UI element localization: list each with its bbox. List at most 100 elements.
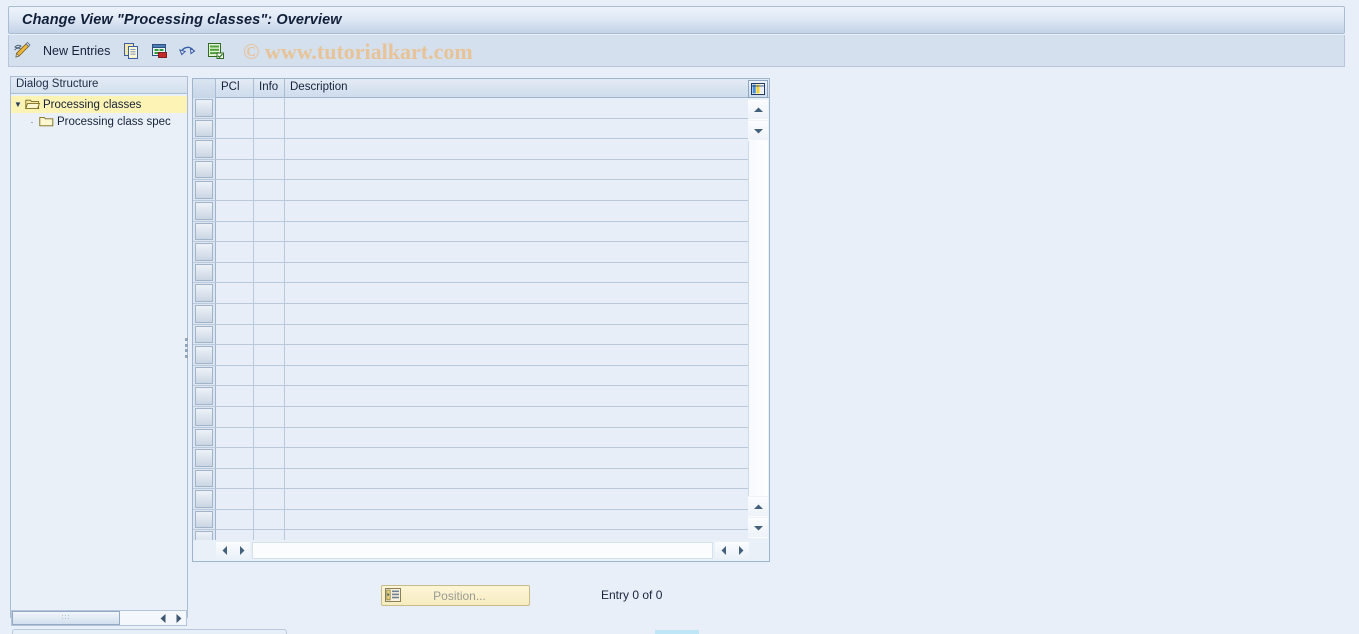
cell-info[interactable] [254,345,285,365]
cell-info[interactable] [254,118,285,139]
cell-info[interactable] [254,242,285,262]
cell-pcl[interactable] [216,324,254,345]
position-button[interactable]: Position... [381,585,530,606]
row-selector-cell[interactable] [193,427,216,448]
table-row[interactable] [193,262,750,284]
cell-description[interactable] [285,118,750,139]
row-select-button[interactable] [195,140,213,158]
scroll-up-icon[interactable] [748,99,768,120]
row-select-button[interactable] [195,99,213,117]
cell-pcl[interactable] [216,98,254,118]
row-selector-cell[interactable] [193,139,216,159]
row-selector-cell[interactable] [193,365,216,386]
sidebar-scroll-thumb[interactable]: ::: [12,611,120,625]
row-select-button[interactable] [195,243,213,261]
scroll-down-icon[interactable] [748,517,768,538]
table-vertical-scroll-track[interactable] [748,99,768,538]
row-selector-cell[interactable] [193,386,216,406]
cell-pcl[interactable] [216,365,254,386]
cell-info[interactable] [254,98,285,118]
row-selector-cell[interactable] [193,159,216,180]
cell-pcl[interactable] [216,489,254,509]
cell-info[interactable] [254,180,285,200]
expander-collapse-icon[interactable]: ▼ [11,100,25,109]
undo-icon[interactable] [177,40,199,62]
row-selector-cell[interactable] [193,242,216,262]
row-selector-cell[interactable] [193,262,216,283]
row-selector-cell[interactable] [193,509,216,530]
row-select-button[interactable] [195,428,213,447]
cell-pcl[interactable] [216,159,254,180]
pencil-icon[interactable] [12,40,34,62]
table-row[interactable] [193,303,750,325]
cell-pcl[interactable] [216,427,254,448]
cell-description[interactable] [285,221,750,242]
row-select-button[interactable] [195,160,213,179]
cell-pcl[interactable] [216,262,254,283]
cell-info[interactable] [254,386,285,406]
table-row[interactable] [193,448,750,469]
row-select-button[interactable] [195,263,213,282]
cell-description[interactable] [285,386,750,406]
row-select-button[interactable] [195,407,213,426]
cell-info[interactable] [254,139,285,159]
cell-pcl[interactable] [216,406,254,427]
cell-pcl[interactable] [216,303,254,324]
table-row[interactable] [193,283,750,304]
cell-pcl[interactable] [216,139,254,159]
cell-description[interactable] [285,159,750,180]
table-row[interactable] [193,489,750,510]
cell-info[interactable] [254,427,285,448]
cell-info[interactable] [254,324,285,345]
row-selector-cell[interactable] [193,118,216,139]
horizontal-scroll-track[interactable] [252,541,713,559]
table-row[interactable] [193,345,750,366]
table-row[interactable] [193,242,750,263]
new-entries-button[interactable]: New Entries [43,44,110,58]
cell-description[interactable] [285,489,750,509]
cell-description[interactable] [285,509,750,530]
cell-pcl[interactable] [216,221,254,242]
cell-description[interactable] [285,139,750,159]
cell-info[interactable] [254,406,285,427]
scroll-right-icon[interactable] [233,541,250,559]
row-selector-cell[interactable] [193,489,216,509]
cell-pcl[interactable] [216,283,254,303]
cell-info[interactable] [254,509,285,530]
cell-description[interactable] [285,283,750,303]
cell-pcl[interactable] [216,200,254,221]
cell-pcl[interactable] [216,468,254,489]
row-selector-cell[interactable] [193,406,216,427]
row-selector-cell[interactable] [193,200,216,221]
tree-item-processing-classes[interactable]: ▼ Processing classes [11,96,187,113]
sidebar-horizontal-scrollbar[interactable]: ::: [11,610,187,626]
cell-info[interactable] [254,221,285,242]
row-selector-cell[interactable] [193,98,216,118]
cell-pcl[interactable] [216,345,254,365]
cell-description[interactable] [285,324,750,345]
cell-info[interactable] [254,468,285,489]
cell-info[interactable] [254,283,285,303]
table-row[interactable] [193,509,750,531]
cell-description[interactable] [285,406,750,427]
row-selector-cell[interactable] [193,180,216,200]
cell-pcl[interactable] [216,448,254,468]
table-row[interactable] [193,468,750,490]
table-horizontal-scrollbar[interactable] [216,540,749,560]
row-selector-cell[interactable] [193,324,216,345]
table-row[interactable] [193,118,750,140]
cell-description[interactable] [285,448,750,468]
table-row[interactable] [193,180,750,201]
sidebar-scroll-left-icon[interactable] [156,611,171,625]
row-selector-cell[interactable] [193,221,216,242]
cell-description[interactable] [285,200,750,221]
cell-pcl[interactable] [216,509,254,530]
cell-description[interactable] [285,365,750,386]
panel-splitter-handle[interactable] [184,338,189,358]
cell-pcl[interactable] [216,242,254,262]
select-details-icon[interactable] [205,40,227,62]
cell-info[interactable] [254,262,285,283]
scroll-left-icon[interactable] [715,541,732,559]
column-header-pcl[interactable]: PCl [216,79,254,98]
scroll-up-icon[interactable] [748,496,768,517]
